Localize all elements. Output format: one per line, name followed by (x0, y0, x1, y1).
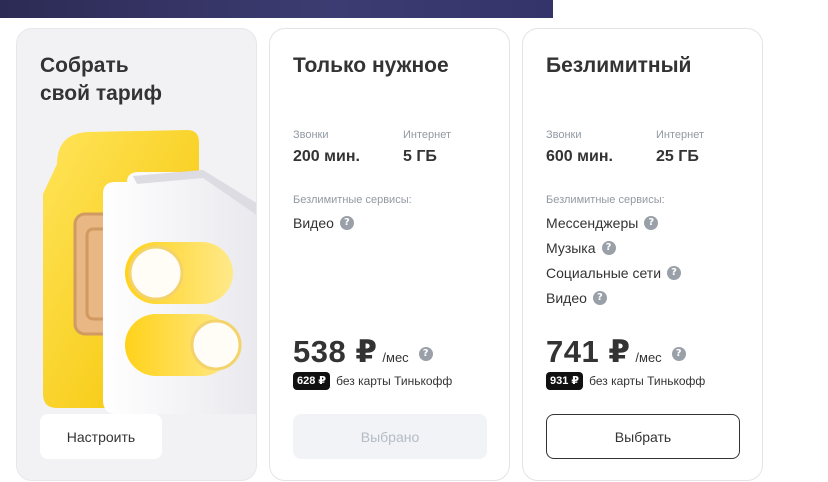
internet-label: Интернет (656, 129, 704, 141)
internet-value: 5 ГБ (403, 148, 437, 165)
price-period: /мес (635, 350, 662, 365)
service-item: Видео ? (293, 210, 354, 235)
services-list: Видео ? (293, 210, 354, 235)
no-card-note: без карты Тинькофф (336, 374, 453, 388)
no-card-price: 931 ₽ без карты Тинькофф (546, 372, 705, 390)
sim-card-illustration (43, 130, 256, 414)
price: 538 ₽ /мес ? (293, 334, 433, 370)
service-name: Видео (293, 214, 334, 231)
plan-title: Безлимитный (546, 54, 692, 77)
help-icon[interactable]: ? (667, 265, 682, 280)
plan-title: Только нужное (293, 54, 449, 77)
help-icon[interactable]: ? (418, 347, 433, 361)
price-amount: 538 ₽ (293, 334, 378, 369)
internet-param: Интернет 5 ГБ (403, 128, 451, 167)
plan-card-only-needed[interactable]: Только нужное Звонки 200 мин. Интернет 5… (269, 28, 510, 481)
top-banner (0, 0, 553, 18)
plan-card-unlimited[interactable]: Безлимитный Звонки 600 мин. Интернет 25 … (522, 28, 763, 481)
calls-label: Звонки (546, 129, 582, 141)
price-amount: 741 ₽ (546, 334, 631, 369)
price: 741 ₽ /мес ? (546, 334, 686, 370)
no-card-price-badge: 931 ₽ (546, 372, 584, 390)
calls-param: Звонки 200 мин. (293, 128, 360, 167)
help-icon[interactable]: ? (592, 290, 607, 305)
custom-tariff-title: Собрать свой тариф (40, 54, 162, 105)
help-icon[interactable]: ? (339, 215, 354, 230)
service-item: Видео ? (546, 285, 681, 310)
service-name: Видео (546, 289, 587, 306)
custom-tariff-card[interactable]: Собрать свой тариф Настроить (16, 28, 257, 481)
calls-param: Звонки 600 мин. (546, 128, 613, 167)
service-item: Мессенджеры ? (546, 210, 681, 235)
service-name: Социальные сети (546, 264, 662, 281)
help-icon[interactable]: ? (601, 240, 616, 255)
internet-value: 25 ГБ (656, 148, 699, 165)
service-item: Музыка ? (546, 235, 681, 260)
help-icon[interactable]: ? (671, 347, 686, 361)
calls-value: 200 мин. (293, 148, 360, 165)
price-period: /мес (382, 350, 409, 365)
calls-value: 600 мин. (546, 148, 613, 165)
internet-param: Интернет 25 ГБ (656, 128, 704, 167)
service-name: Музыка (546, 239, 596, 256)
service-name: Мессенджеры (546, 214, 639, 231)
calls-label: Звонки (293, 129, 329, 141)
choose-button[interactable]: Выбрать (546, 414, 740, 459)
service-item: Социальные сети ? (546, 260, 682, 285)
no-card-note: без карты Тинькофф (589, 374, 706, 388)
no-card-price: 628 ₽ без карты Тинькофф (293, 372, 452, 390)
services-label: Безлимитные сервисы: (546, 194, 665, 206)
internet-label: Интернет (403, 129, 451, 141)
configure-button[interactable]: Настроить (40, 414, 162, 459)
help-icon[interactable]: ? (644, 215, 659, 230)
selected-button[interactable]: Выбрано (293, 414, 487, 459)
services-label: Безлимитные сервисы: (293, 194, 412, 206)
no-card-price-badge: 628 ₽ (293, 372, 331, 390)
services-list: Мессенджеры ? Музыка ? Социальные сети ?… (546, 210, 682, 310)
